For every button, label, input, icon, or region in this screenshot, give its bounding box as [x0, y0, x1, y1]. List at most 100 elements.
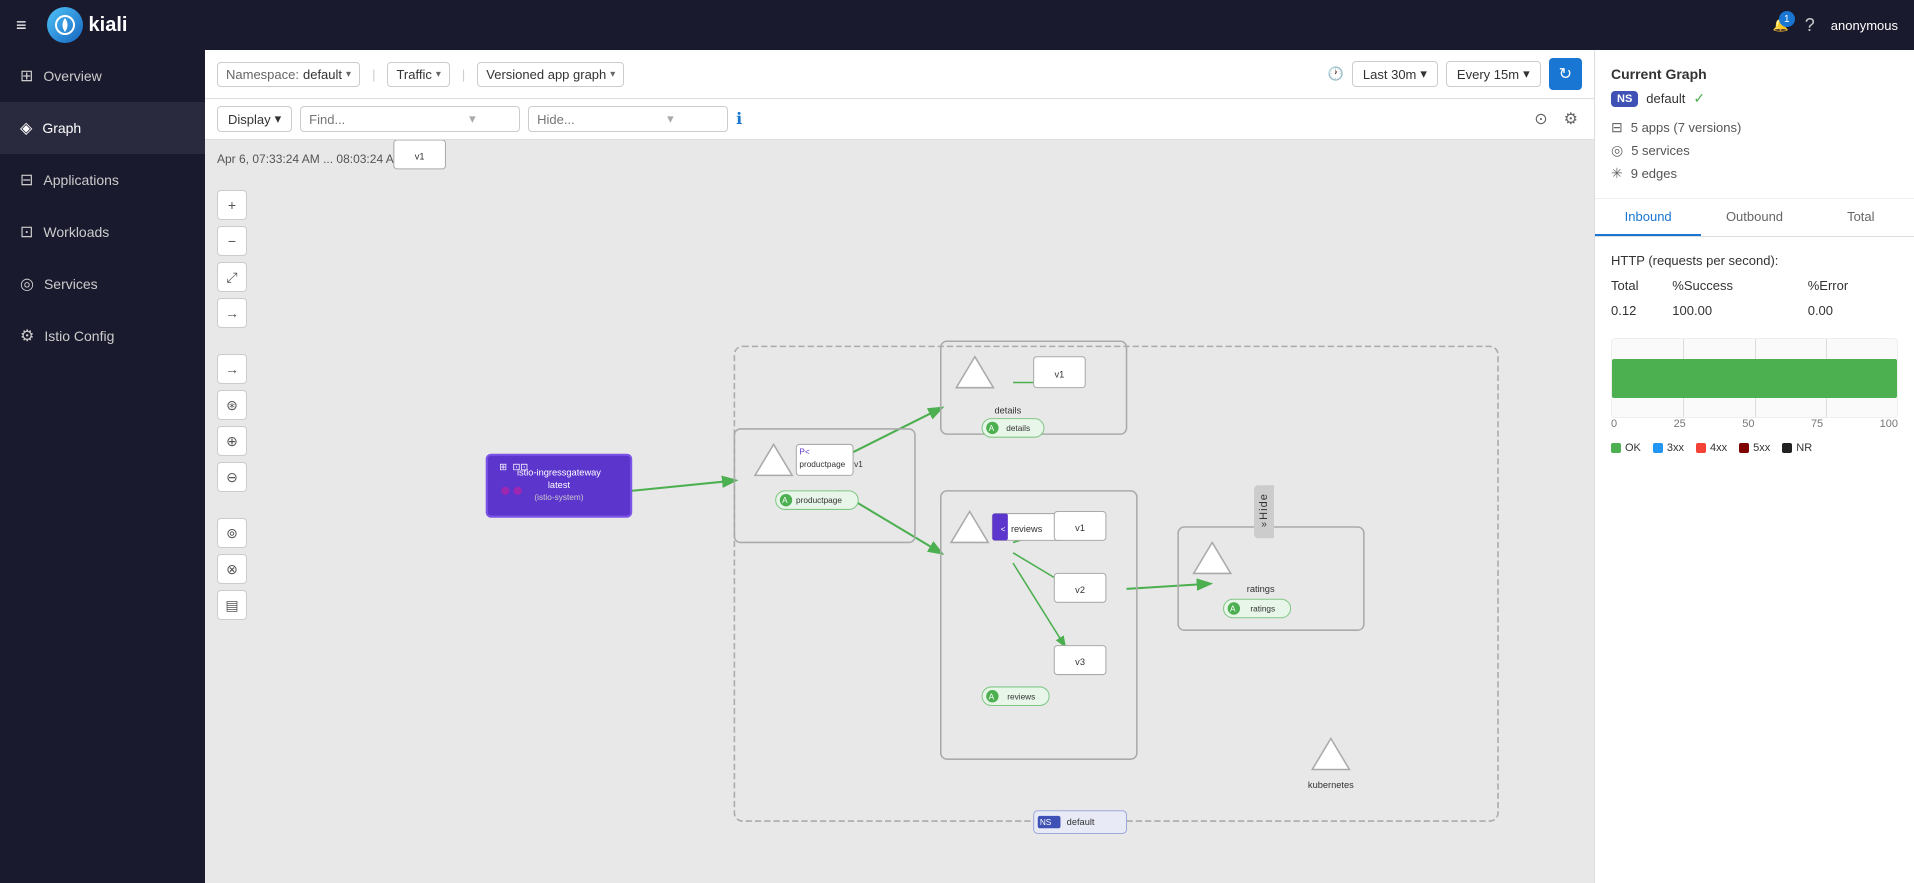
node-details-v1[interactable]: v1 [1034, 357, 1086, 388]
notification-bell[interactable]: 🔔 1 [1773, 17, 1789, 33]
sidebar-item-services[interactable]: ◎ Services [0, 258, 205, 310]
node-details[interactable] [956, 357, 993, 388]
sidebar-item-istio-config[interactable]: ⚙ Istio Config [0, 310, 205, 362]
stat-services: ◎ 5 services [1611, 142, 1898, 159]
time-range-dropdown[interactable]: Last 30m ▾ [1352, 61, 1438, 87]
legend-3xx-dot [1653, 443, 1663, 453]
traffic-chevron: ▾ [436, 69, 441, 80]
svg-text:v1: v1 [854, 460, 863, 469]
tab-inbound[interactable]: Inbound [1595, 199, 1701, 236]
logo: kiali [47, 7, 128, 43]
svg-text:v1: v1 [1075, 523, 1085, 533]
sidebar-item-label: Graph [42, 120, 81, 136]
layers-button[interactable]: ⊚ [217, 518, 247, 548]
sidebar-item-workloads[interactable]: ⊡ Workloads [0, 206, 205, 258]
traffic-dropdown[interactable]: Traffic ▾ [387, 62, 449, 87]
node-ingress-gateway[interactable]: ⊞ ⊡⊡ istio-ingressgateway latest (istio-… [487, 455, 631, 517]
logo-circle [47, 7, 83, 43]
hide-input[interactable] [537, 112, 667, 127]
axis-50: 50 [1742, 418, 1754, 430]
svg-text:P<: P< [799, 448, 810, 457]
svg-text:v2: v2 [1075, 585, 1085, 595]
hide-label: Hide [1258, 493, 1270, 520]
expand-button[interactable]: ⊕ [217, 426, 247, 456]
zoom-reset-button[interactable]: ⊙ [1530, 105, 1551, 133]
axis-100: 100 [1880, 418, 1898, 430]
legend-4xx: 4xx [1696, 442, 1727, 454]
ns-name: default [1646, 91, 1685, 106]
current-graph-title: Current Graph [1611, 66, 1898, 82]
applications-icon: ⊟ [20, 170, 33, 190]
refresh-button[interactable]: ↻ [1549, 58, 1582, 90]
svg-text:v1: v1 [1055, 369, 1065, 379]
graph-stats: ⊟ 5 apps (7 versions) ◎ 5 services ✳ 9 e… [1611, 119, 1898, 182]
overview-icon: ⊞ [20, 66, 33, 86]
node-ratings-v1[interactable]: v1 [394, 140, 446, 169]
legend-5xx: 5xx [1739, 442, 1770, 454]
namespace-dropdown[interactable]: Namespace: default ▾ [217, 62, 360, 87]
graph-settings-button[interactable]: ⚙ [1560, 105, 1582, 133]
collapse-button[interactable]: ⊖ [217, 462, 247, 492]
legend-button[interactable]: ▤ [217, 590, 247, 620]
node-reviews-service[interactable]: < reviews [951, 512, 1065, 543]
edges-count: 9 edges [1631, 166, 1677, 181]
svg-text:default: default [1067, 817, 1095, 827]
graph-svg: ⊞ ⊡⊡ istio-ingressgateway latest (istio-… [205, 140, 1594, 883]
toolbar2-right: ⊙ ⚙ [1530, 105, 1582, 133]
namespace-chevron: ▾ [346, 69, 351, 80]
menu-hamburger[interactable]: ≡ [16, 15, 27, 36]
legend-5xx-dot [1739, 443, 1749, 453]
node-productpage[interactable]: P< productpage v1 [755, 444, 863, 475]
help-icon[interactable]: ? [1805, 15, 1815, 36]
svg-text:A: A [782, 496, 788, 505]
zoom-out-button[interactable]: − [217, 226, 247, 256]
node-ratings-triangle[interactable] [1194, 542, 1231, 573]
sidebar-item-label: Overview [43, 68, 101, 84]
panel-tabs: Inbound Outbound Total [1595, 199, 1914, 237]
node-reviews-v1[interactable]: v1 [1054, 512, 1106, 541]
apps-icon: ⊟ [1611, 119, 1623, 136]
legend-ok: OK [1611, 442, 1641, 454]
node-reviews-v3[interactable]: v3 [1054, 646, 1106, 675]
hide-input-wrap: ▾ [528, 106, 728, 132]
tab-total[interactable]: Total [1808, 199, 1914, 236]
svg-text:A: A [989, 424, 995, 433]
sidebar-item-graph[interactable]: ◈ Graph [0, 102, 205, 154]
zoom-in-button[interactable]: + [217, 190, 247, 220]
legend-3xx: 3xx [1653, 442, 1684, 454]
hide-arrows: » [1261, 519, 1267, 530]
hide-unused-button[interactable]: → [217, 298, 247, 328]
graph-type-dropdown[interactable]: Versioned app graph ▾ [477, 62, 624, 87]
legend-nr: NR [1782, 442, 1812, 454]
sidebar: ⊞ Overview ◈ Graph ⊟ Applications ⊡ Work… [0, 50, 205, 883]
svg-text:A: A [1230, 605, 1236, 614]
edges-icon: ✳ [1611, 165, 1623, 182]
refresh-dropdown[interactable]: Every 15m ▾ [1446, 61, 1541, 87]
hide-panel-button[interactable]: Hide » [1254, 485, 1274, 539]
namespace-row: NS default ✓ [1611, 90, 1898, 107]
sidebar-item-label: Applications [43, 172, 119, 188]
sidebar-item-overview[interactable]: ⊞ Overview [0, 50, 205, 102]
right-panel: Current Graph NS default ✓ ⊟ 5 apps (7 v… [1594, 50, 1914, 883]
istio-config-icon: ⚙ [20, 326, 34, 346]
namespace-label: Namespace: [226, 67, 299, 82]
tab-outbound[interactable]: Outbound [1701, 199, 1807, 236]
settings2-button[interactable]: ⊗ [217, 554, 247, 584]
time-range-value: Last 30m [1363, 67, 1416, 82]
display-button[interactable]: Display ▾ [217, 106, 292, 132]
graph-controls: + − ⤢ → → ⊛ ⊕ ⊖ ⊚ ⊗ ▤ [217, 190, 247, 620]
node-kubernetes[interactable]: kubernetes [1308, 739, 1354, 791]
namespace-value: default [303, 67, 342, 82]
refresh-chevron: ▾ [1523, 66, 1530, 82]
refresh-value: Every 15m [1457, 67, 1519, 82]
info-icon[interactable]: ℹ [736, 109, 742, 129]
arrow-right-button[interactable]: → [217, 354, 247, 384]
ns-badge: NS [1611, 91, 1638, 107]
node-reviews-v2[interactable]: v2 [1054, 573, 1106, 602]
graph-type-value: Versioned app graph [486, 67, 606, 82]
find-input[interactable] [309, 112, 469, 127]
fit-button[interactable]: ⤢ [217, 262, 247, 292]
sidebar-item-applications[interactable]: ⊟ Applications [0, 154, 205, 206]
graph-area: Namespace: default ▾ | Traffic ▾ | Versi… [205, 50, 1594, 883]
cluster-button[interactable]: ⊛ [217, 390, 247, 420]
